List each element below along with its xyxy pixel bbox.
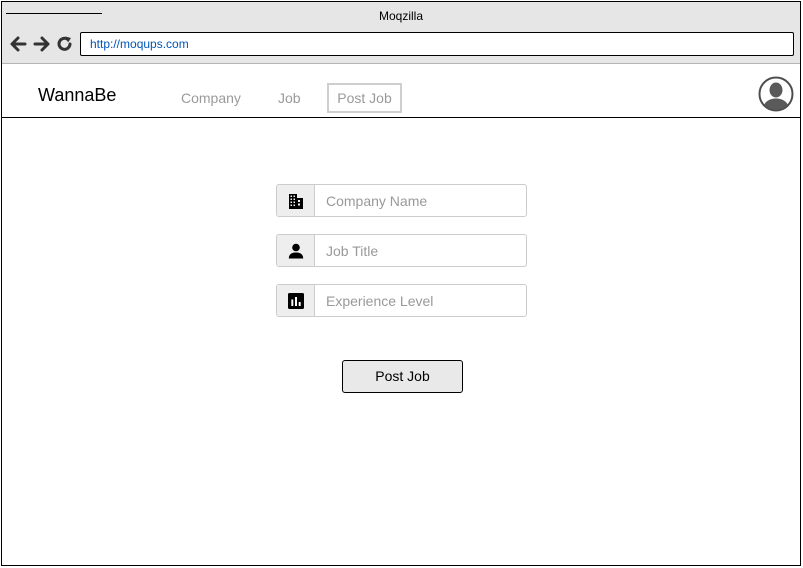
arrow-left-icon — [10, 36, 27, 52]
building-icon — [288, 193, 303, 209]
avatar[interactable] — [758, 76, 794, 112]
job-title-input[interactable] — [315, 235, 525, 266]
address-bar[interactable]: http://moqups.com — [80, 32, 794, 56]
site-navbar: WannaBe Company Job Post Job — [2, 64, 800, 118]
browser-window: Moqzilla http://moqups.com WannaBe Compa… — [1, 1, 801, 566]
experience-level-field — [276, 284, 527, 317]
bar-chart-icon — [287, 292, 304, 309]
reload-icon — [57, 36, 72, 51]
user-avatar-icon — [758, 76, 794, 112]
browser-chrome: Moqzilla http://moqups.com — [2, 2, 800, 64]
job-title-field — [276, 234, 527, 267]
company-name-input[interactable] — [315, 185, 525, 216]
forward-button[interactable] — [32, 34, 52, 54]
job-title-addon — [277, 235, 315, 266]
experience-level-input[interactable] — [315, 285, 525, 316]
post-job-button[interactable]: Post Job — [342, 360, 463, 393]
brand-logo[interactable]: WannaBe — [38, 85, 116, 106]
arrow-right-icon — [33, 36, 50, 52]
person-icon — [288, 243, 303, 258]
nav-link-post-job[interactable]: Post Job — [327, 83, 402, 113]
company-name-addon — [277, 185, 315, 216]
nav-link-job[interactable]: Job — [278, 90, 301, 106]
window-title: Moqzilla — [378, 9, 423, 23]
company-name-field — [276, 184, 527, 217]
back-button[interactable] — [8, 34, 28, 54]
experience-level-addon — [277, 285, 315, 316]
nav-link-company[interactable]: Company — [181, 90, 241, 106]
reload-button[interactable] — [55, 34, 75, 54]
